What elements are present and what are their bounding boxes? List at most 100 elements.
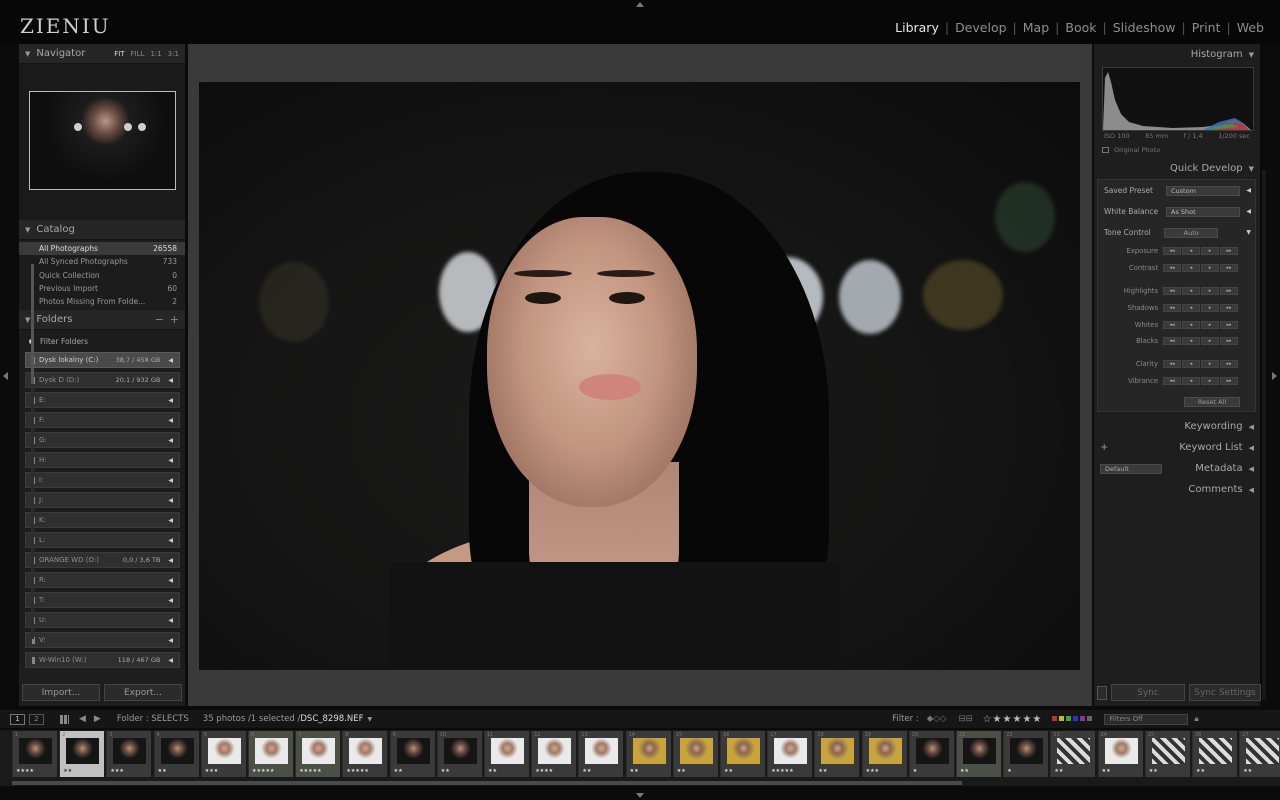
flag-filter-icon[interactable]: ◆◇◇ <box>927 714 947 724</box>
increase-button[interactable]: ▸ <box>1201 303 1219 312</box>
filmstrip-thumbnail[interactable]: 15 ★★ <box>672 731 718 777</box>
filmstrip-thumbnail[interactable]: 6 ★★★★★ <box>248 731 293 777</box>
expand-left-icon[interactable]: ◀ <box>168 357 173 364</box>
expand-left-icon[interactable]: ◀ <box>168 537 173 544</box>
metadata-preset-select[interactable]: Default <box>1100 463 1162 474</box>
catalog-item[interactable]: Quick Collection 0 <box>19 269 185 282</box>
filename[interactable]: DSC_8298.NEF <box>300 714 363 724</box>
decrease-large-button[interactable]: ◂◂ <box>1163 264 1181 273</box>
main-photo[interactable] <box>199 82 1080 670</box>
copy-filter-icon[interactable]: ⊟⊟ <box>958 714 972 724</box>
filmstrip-thumbnail[interactable]: 12 ★★★★ <box>531 731 577 777</box>
increase-large-button[interactable]: ▸▸ <box>1220 247 1238 256</box>
filmstrip-thumbnail[interactable]: 17 ★★★★★ <box>767 731 813 777</box>
filters-preset-select[interactable]: Filters Off <box>1104 713 1189 725</box>
increase-large-button[interactable]: ▸▸ <box>1220 286 1238 295</box>
decrease-large-button[interactable]: ◂◂ <box>1163 247 1181 256</box>
add-keyword-icon[interactable]: + <box>1100 442 1108 453</box>
expand-left-icon[interactable]: ◀ <box>168 437 173 444</box>
increase-button[interactable]: ▸ <box>1201 247 1219 256</box>
decrease-large-button[interactable]: ◂◂ <box>1163 286 1181 295</box>
add-folder-icon[interactable]: + <box>170 313 179 326</box>
chevron-down-icon[interactable]: ▼ <box>367 716 372 723</box>
keywording-header[interactable]: Keywording ◀ <box>1094 416 1260 437</box>
folder-volume[interactable]: G: ◀ <box>25 432 180 449</box>
sync-button[interactable]: Sync <box>1111 684 1185 701</box>
increase-button[interactable]: ▸ <box>1201 286 1219 295</box>
folder-volume[interactable]: E: ◀ <box>25 392 180 409</box>
left-scrollbar[interactable] <box>31 264 34 639</box>
catalog-item[interactable]: Previous Import 60 <box>19 282 185 295</box>
expand-left-icon[interactable]: ◀ <box>1246 208 1251 215</box>
folder-volume[interactable]: L: ◀ <box>25 532 180 549</box>
filmstrip-thumbnail[interactable]: 2 ★★ <box>59 731 105 777</box>
source-label[interactable]: Folder : SELECTS <box>117 714 189 724</box>
collapse-left-icon[interactable] <box>3 372 8 380</box>
decrease-button[interactable]: ◂ <box>1182 320 1200 329</box>
increase-large-button[interactable]: ▸▸ <box>1220 264 1238 273</box>
decrease-button[interactable]: ◂ <box>1182 376 1200 385</box>
auto-tone-button[interactable]: Auto <box>1164 227 1219 238</box>
module-library[interactable]: Library <box>889 20 945 35</box>
increase-button[interactable]: ▸ <box>1201 376 1219 385</box>
module-book[interactable]: Book <box>1059 20 1102 35</box>
filmstrip-thumbnail[interactable]: 7 ★★★★★ <box>295 731 341 777</box>
collapse-right-icon[interactable] <box>1272 372 1277 380</box>
decrease-large-button[interactable]: ◂◂ <box>1163 337 1181 346</box>
secondary-window-button[interactable]: 2 <box>29 713 44 725</box>
metadata-header[interactable]: Default Metadata ◀ <box>1094 458 1260 479</box>
expand-left-icon[interactable]: ◀ <box>168 597 173 604</box>
comments-header[interactable]: Comments ◀ <box>1094 479 1260 500</box>
folder-volume[interactable]: H: ◀ <box>25 452 180 469</box>
filmstrip-thumbnail[interactable]: 10 ★★ <box>436 731 482 777</box>
filmstrip-thumbnail[interactable]: 16 ★★ <box>720 731 765 777</box>
folder-volume[interactable]: U: ◀ <box>25 612 180 629</box>
keyword-list-header[interactable]: + Keyword List ◀ <box>1094 437 1260 458</box>
decrease-button[interactable]: ◂ <box>1182 264 1200 273</box>
expand-left-icon[interactable]: ◀ <box>168 557 173 564</box>
filmstrip-thumbnail[interactable]: 1 ★★★★ <box>12 731 57 777</box>
original-photo-toggle[interactable]: Original Photo <box>1102 146 1252 154</box>
folder-volume[interactable]: V: ◀ <box>25 632 180 649</box>
expand-left-icon[interactable]: ◀ <box>168 617 173 624</box>
increase-large-button[interactable]: ▸▸ <box>1220 376 1238 385</box>
catalog-item[interactable]: Photos Missing From Folde... 2 <box>19 295 185 308</box>
expand-left-icon[interactable]: ◀ <box>1246 187 1251 194</box>
expand-left-icon[interactable]: ◀ <box>168 397 173 404</box>
expand-left-icon[interactable]: ◀ <box>168 417 173 424</box>
sync-settings-button[interactable]: Sync Settings <box>1189 684 1261 701</box>
folder-volume[interactable]: Dysk D (D:) 20,1 / 932 GB ◀ <box>25 372 180 389</box>
lock-icon[interactable]: 🔒︎ <box>1194 714 1198 724</box>
module-slideshow[interactable]: Slideshow <box>1107 20 1182 35</box>
expand-left-icon[interactable]: ◀ <box>168 517 173 524</box>
export-button[interactable]: Export... <box>104 684 182 701</box>
module-map[interactable]: Map <box>1017 20 1055 35</box>
folder-volume[interactable]: I: ◀ <box>25 472 180 489</box>
filmstrip-thumbnail[interactable]: 13 ★★ <box>578 731 624 777</box>
filmstrip-thumbnail[interactable]: 18 ★★ <box>814 731 860 777</box>
filmstrip-thumbnail[interactable]: 11 ★★ <box>484 731 529 777</box>
right-scrollbar[interactable] <box>1262 170 1266 700</box>
filmstrip-thumbnail[interactable]: 24 ★★ <box>1097 731 1143 777</box>
back-arrow-icon[interactable]: ◀ <box>79 714 86 724</box>
increase-button[interactable]: ▸ <box>1201 337 1219 346</box>
reset-all-button[interactable]: Reset All <box>1184 397 1240 408</box>
filmstrip-thumbnail[interactable]: 25 ★★ <box>1144 731 1190 777</box>
filmstrip-thumbnail[interactable]: 19 ★★★ <box>861 731 907 777</box>
folder-volume[interactable]: W-Win10 (W:) 118 / 467 GB ◀ <box>25 652 180 669</box>
increase-large-button[interactable]: ▸▸ <box>1220 303 1238 312</box>
filmstrip-scrollbar[interactable] <box>12 781 962 785</box>
rating-filter-stars[interactable]: ☆★★★★★ <box>983 714 1043 725</box>
filter-folders[interactable]: Filter Folders <box>19 330 185 352</box>
folder-volume[interactable]: Dysk lokalny (C:) 38,7 / 458 GB ◀ <box>25 352 180 369</box>
decrease-button[interactable]: ◂ <box>1182 247 1200 256</box>
decrease-button[interactable]: ◂ <box>1182 303 1200 312</box>
filmstrip-thumbnail[interactable]: 5 ★★★ <box>200 731 246 777</box>
catalog-header[interactable]: ▼ Catalog <box>19 220 185 240</box>
filmstrip-thumbnail[interactable]: 14 ★★ <box>625 731 671 777</box>
expand-left-icon[interactable]: ◀ <box>168 577 173 584</box>
collapse-bottom-icon[interactable] <box>636 793 644 798</box>
navigator-thumbnail[interactable] <box>29 91 176 190</box>
increase-large-button[interactable]: ▸▸ <box>1220 360 1238 369</box>
folders-header[interactable]: ▼ Folders − + <box>19 310 185 331</box>
